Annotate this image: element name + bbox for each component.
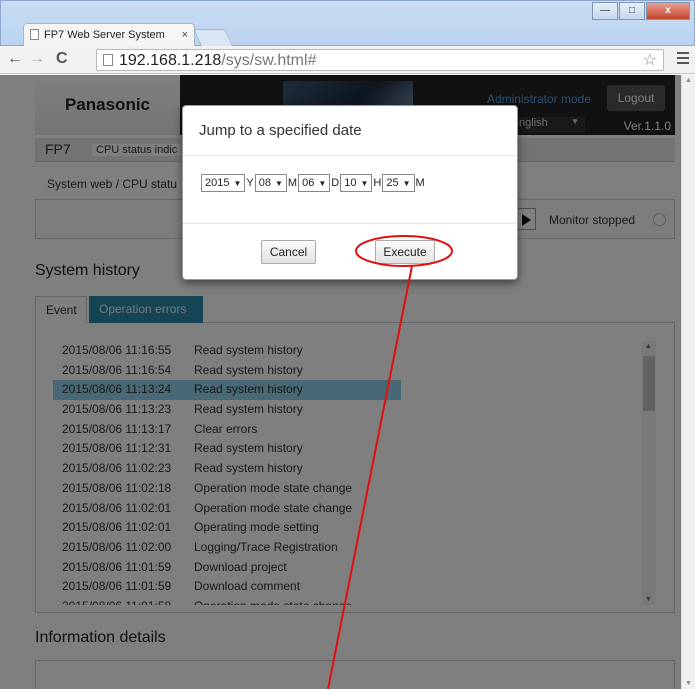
scroll-down-icon[interactable]: ▼ [685,680,692,687]
browser-titlebar: FP7 Web Server System × — □ x [0,0,695,47]
date-selector-row: 2015 ▼ Y 08 ▼ M 06 ▼ D 10 ▼ H 25 ▼ M [201,174,426,192]
minimize-button[interactable]: — [592,2,618,20]
browser-toolbar: ← → C 192.168.1.218/sys/sw.html# ☆ [0,46,695,74]
close-window-button[interactable]: x [646,2,690,20]
year-value: 2015 [205,177,230,189]
day-unit: D [331,177,340,189]
minute-value: 25 [386,177,399,189]
bookmark-star-icon[interactable]: ☆ [643,50,657,70]
month-unit: M [287,177,298,189]
month-select[interactable]: 08 ▼ [254,174,287,192]
browser-tab[interactable]: FP7 Web Server System × [23,23,195,47]
tab-title: FP7 Web Server System [44,29,165,41]
hour-value: 10 [344,177,357,189]
execute-button[interactable]: Execute [375,240,435,264]
day-value: 06 [302,177,315,189]
day-select[interactable]: 06 ▼ [298,174,331,192]
hour-unit: H [373,177,382,189]
page-viewport: Panasonic Administrator mode Logout ngli… [0,75,681,689]
dialog-title: Jump to a specified date [199,122,362,139]
month-value: 08 [258,177,271,189]
url-host: 192.168.1.218 [119,52,222,69]
minute-unit: M [415,177,425,189]
new-tab-button[interactable] [193,29,233,46]
close-tab-icon[interactable]: × [182,24,188,46]
reload-icon[interactable]: C [56,50,68,68]
maximize-button[interactable]: □ [619,2,645,20]
year-unit: Y [246,177,254,189]
back-icon[interactable]: ← [7,50,23,68]
hour-select[interactable]: 10 ▼ [340,174,373,192]
cancel-button[interactable]: Cancel [261,240,316,264]
minute-select[interactable]: 25 ▼ [382,174,415,192]
url-path: /sys/sw.html# [221,52,317,69]
forward-icon[interactable]: → [29,50,45,68]
page-icon [30,29,39,40]
page-scrollbar[interactable]: ▲ ▼ [681,75,695,689]
year-select[interactable]: 2015 ▼ [201,174,246,192]
jump-date-dialog: Jump to a specified date 2015 ▼ Y 08 ▼ M 0… [182,105,518,280]
menu-icon[interactable] [677,52,689,67]
address-bar[interactable]: 192.168.1.218/sys/sw.html# ☆ [96,49,664,71]
page-icon [103,54,113,66]
scroll-up-icon[interactable]: ▲ [685,77,692,84]
